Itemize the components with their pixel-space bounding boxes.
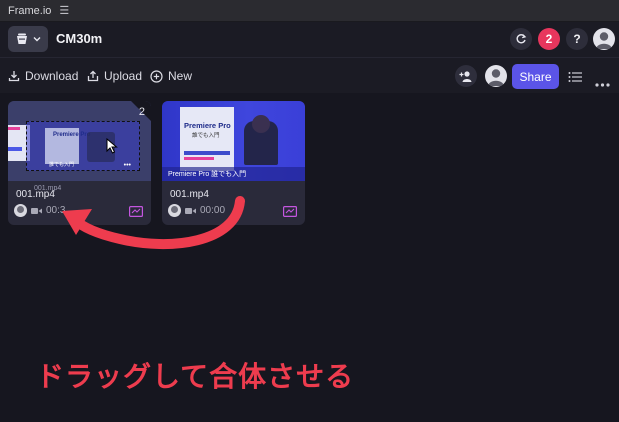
download-label: Download <box>25 69 79 83</box>
download-button[interactable]: Download <box>8 69 78 83</box>
more-options-icon[interactable] <box>595 74 610 92</box>
add-member-button[interactable] <box>455 65 477 87</box>
app-title: Frame.io <box>8 4 52 17</box>
refresh-button[interactable] <box>510 28 532 50</box>
add-user-icon <box>459 71 472 82</box>
upload-label: Upload <box>104 69 143 83</box>
new-label: New <box>168 69 193 83</box>
new-button[interactable]: New <box>150 69 192 83</box>
asset-toolbar: Download Upload New Share <box>0 57 619 93</box>
user-silhouette-icon <box>488 69 504 86</box>
hamburger-icon[interactable]: ☰ <box>59 4 69 17</box>
annotation-caption: ドラッグして合体させる <box>36 361 355 392</box>
member-avatar[interactable] <box>485 65 507 87</box>
asset-grid: Premiere Pro 誰でも入門 ••• 2 001.mp4 001.mp4… <box>0 93 619 422</box>
chevron-down-icon <box>33 37 41 42</box>
user-silhouette-icon <box>596 32 612 49</box>
project-header: CM30m 2 ? <box>0 22 619 57</box>
help-button[interactable]: ? <box>566 28 588 50</box>
project-menu-button[interactable] <box>8 26 48 52</box>
plus-circle-icon <box>150 69 163 83</box>
bucket-icon <box>17 33 27 44</box>
share-button[interactable]: Share <box>512 64 559 89</box>
project-title: CM30m <box>56 31 103 46</box>
upload-icon <box>87 70 99 82</box>
list-view-icon[interactable] <box>568 70 582 88</box>
upload-button[interactable]: Upload <box>87 69 142 83</box>
user-avatar[interactable] <box>593 28 615 50</box>
window-titlebar: Frame.io ☰ <box>0 0 619 22</box>
refresh-icon <box>516 34 527 44</box>
download-icon <box>8 71 20 82</box>
notifications-badge[interactable]: 2 <box>538 28 560 50</box>
